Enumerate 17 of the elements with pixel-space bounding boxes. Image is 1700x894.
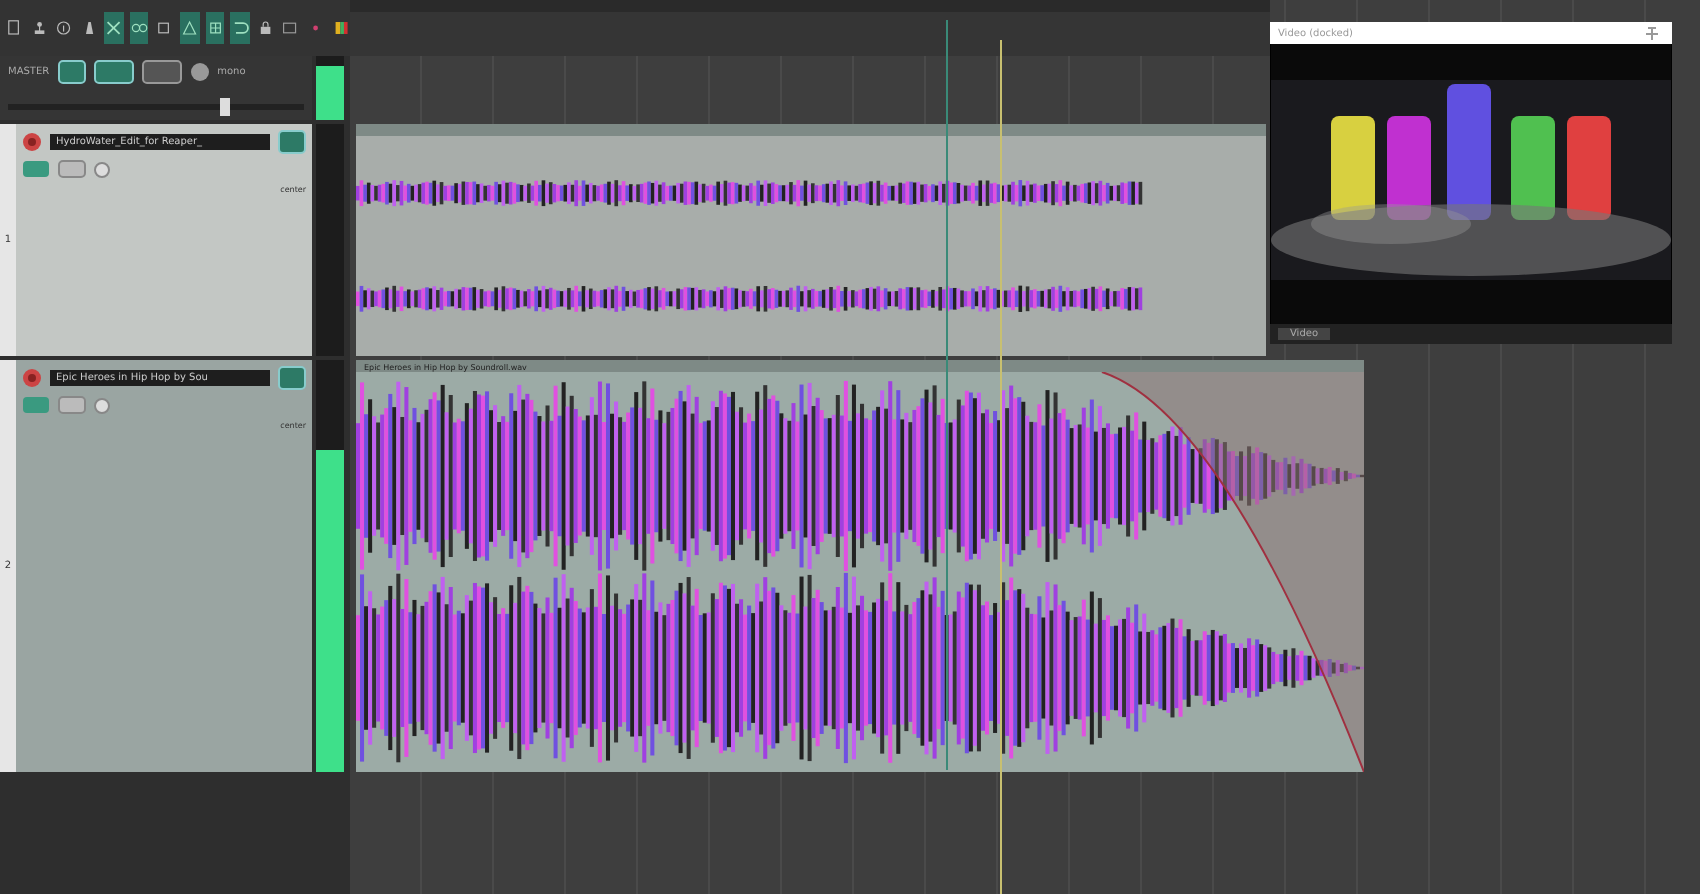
level-meter (316, 56, 344, 120)
fade-curve[interactable] (1101, 372, 1364, 772)
fx-button[interactable] (278, 130, 306, 154)
loop-icon[interactable] (129, 12, 149, 44)
pin-icon[interactable] (1644, 25, 1660, 41)
record-arm-button[interactable] (22, 368, 42, 388)
fx-button[interactable] (57, 60, 86, 84)
slider-thumb[interactable] (220, 98, 231, 116)
phase-button[interactable] (94, 397, 110, 413)
envelope-button[interactable] (141, 60, 182, 84)
scissors-icon[interactable] (104, 12, 124, 44)
snap-icon[interactable] (230, 12, 250, 44)
phase-button[interactable] (94, 161, 110, 177)
media-item[interactable] (356, 124, 1266, 356)
route-button[interactable] (93, 60, 134, 84)
record-arm-button[interactable] (22, 132, 42, 152)
phase-button[interactable] (189, 62, 210, 82)
